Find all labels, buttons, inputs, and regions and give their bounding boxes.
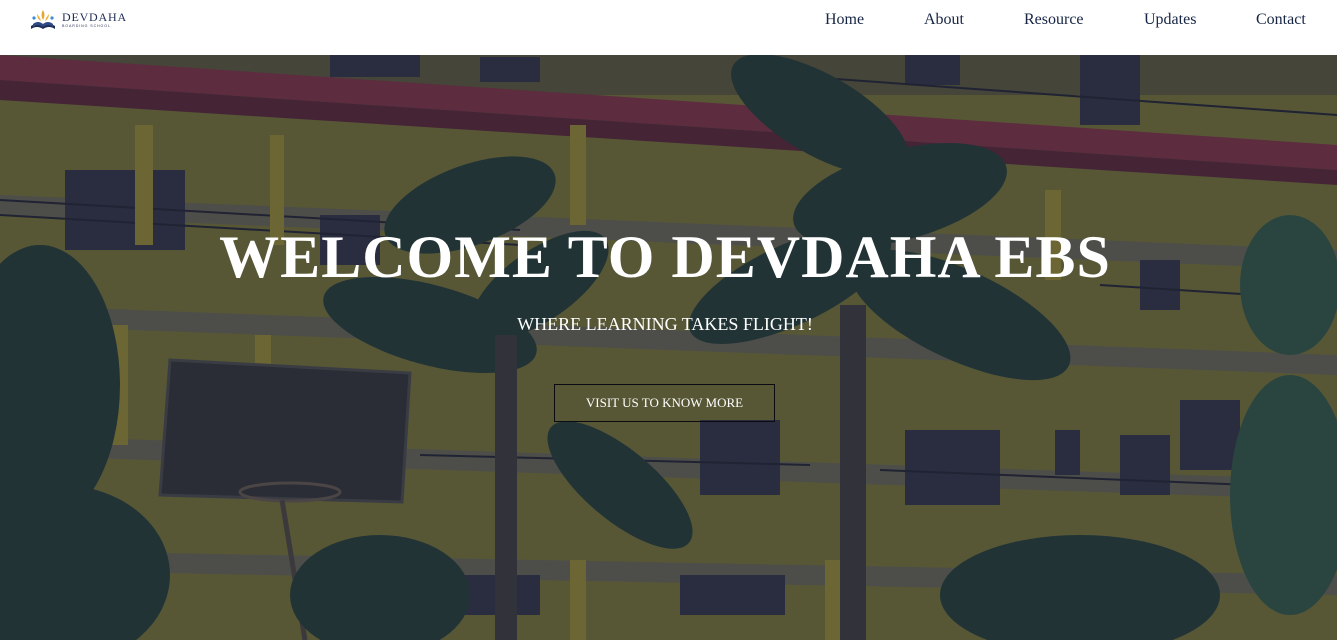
hero-subtitle: WHERE LEARNING TAKES FLIGHT! — [517, 314, 813, 334]
hero-section: WELCOME TO DEVDAHA EBS WHERE LEARNING TA… — [0, 55, 1337, 640]
logo-text: DEVDAHA BOARDING SCHOOL — [62, 11, 127, 29]
nav-updates-link[interactable]: Updates — [1144, 11, 1196, 29]
nav-resource-link[interactable]: Resource — [1024, 11, 1084, 29]
hero-overlay — [0, 55, 1337, 640]
nav-contact-link[interactable]: Contact — [1256, 11, 1306, 29]
logo-subtitle: BOARDING SCHOOL — [62, 24, 111, 29]
logo-name: DEVDAHA — [62, 10, 127, 25]
hero-title: WELCOME TO DEVDAHA EBS — [219, 224, 1111, 290]
site-header: DEVDAHA BOARDING SCHOOL Home About Resou… — [0, 0, 1337, 55]
nav-about-link[interactable]: About — [924, 11, 964, 29]
school-emblem-icon — [31, 10, 55, 29]
visit-us-button[interactable]: VISIT US TO KNOW MORE — [554, 384, 775, 422]
nav-home-link[interactable]: Home — [825, 11, 864, 29]
site-logo[interactable]: DEVDAHA BOARDING SCHOOL — [28, 6, 138, 34]
